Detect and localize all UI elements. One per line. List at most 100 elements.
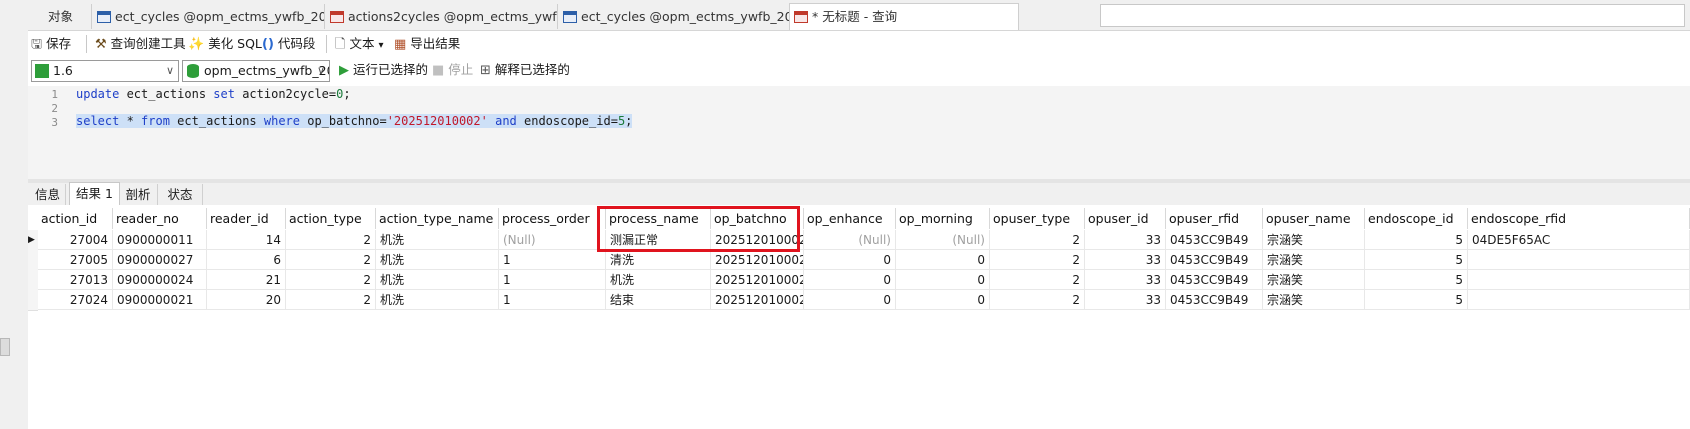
grid-cell-process-name[interactable]: 机洗 xyxy=(606,270,711,290)
tab-actions2cycles[interactable]: actions2cycles @opm_ectms_ywfb_2… xyxy=(326,4,558,29)
grid-cell-endoscope-rfid[interactable] xyxy=(1468,290,1690,310)
grid-cell-reader-id[interactable]: 20 xyxy=(207,290,286,310)
grid-cell-opuser-name[interactable]: 宗涵笑 xyxy=(1263,230,1365,250)
grid-cell-op-morning[interactable]: 0 xyxy=(896,250,990,270)
grid-cell-opuser-name[interactable]: 宗涵笑 xyxy=(1263,270,1365,290)
grid-cell-opuser-id[interactable]: 33 xyxy=(1085,250,1166,270)
tab-untitled-query[interactable]: * 无标题 - 查询 xyxy=(789,3,1019,30)
sql-line-1[interactable]: update ect_actions set action2cycle=0; xyxy=(76,87,351,101)
grid-cell-reader-no[interactable]: 0900000024 xyxy=(113,270,207,290)
grid-cell-op-morning[interactable]: (Null) xyxy=(896,230,990,250)
column-header-opuser-id[interactable]: opuser_id xyxy=(1085,208,1166,229)
grid-cell-process-order[interactable]: 1 xyxy=(499,250,606,270)
connection-select[interactable]: 1.6 ∨ xyxy=(31,60,179,82)
tab-status[interactable]: 状态 xyxy=(158,184,203,205)
column-header-opuser-name[interactable]: opuser_name xyxy=(1263,208,1365,229)
grid-cell-endoscope-id[interactable]: 5 xyxy=(1365,230,1468,250)
text-mode-button[interactable]: 🗋 文本 ▾ xyxy=(335,31,384,57)
row-indicator[interactable] xyxy=(28,250,38,271)
grid-cell-action-type[interactable]: 2 xyxy=(286,290,376,310)
tab-result-1[interactable]: 结果 1 xyxy=(69,182,120,206)
grid-cell-action-type-name[interactable]: 机洗 xyxy=(376,290,499,310)
grid-cell-reader-id[interactable]: 14 xyxy=(207,230,286,250)
grid-cell-process-order[interactable]: 1 xyxy=(499,290,606,310)
grid-cell-op-morning[interactable]: 0 xyxy=(896,270,990,290)
grid-cell-reader-no[interactable]: 0900000027 xyxy=(113,250,207,270)
grid-cell-endoscope-id[interactable]: 5 xyxy=(1365,270,1468,290)
grid-cell-endoscope-rfid[interactable]: 04DE5F65AC xyxy=(1468,230,1690,250)
grid-cell-action-type-name[interactable]: 机洗 xyxy=(376,270,499,290)
tab-ect-cycles-1[interactable]: ect_cycles @opm_ectms_ywfb_20251… xyxy=(93,4,325,29)
column-header-op-enhance[interactable]: op_enhance xyxy=(804,208,896,229)
grid-cell-op-enhance[interactable]: 0 xyxy=(804,290,896,310)
grid-cell-op-batchno[interactable]: 202512010002 xyxy=(711,290,804,310)
grid-cell-opuser-id[interactable]: 33 xyxy=(1085,230,1166,250)
grid-cell-op-batchno[interactable]: 202512010002 xyxy=(711,270,804,290)
grid-cell-action-type-name[interactable]: 机洗 xyxy=(376,250,499,270)
grid-cell-opuser-id[interactable]: 33 xyxy=(1085,290,1166,310)
save-button[interactable]: 🖫 保存 xyxy=(31,31,71,57)
grid-cell-opuser-rfid[interactable]: 0453CC9B49 xyxy=(1166,230,1263,250)
grid-cell-opuser-name[interactable]: 宗涵笑 xyxy=(1263,250,1365,270)
grid-cell-opuser-type[interactable]: 2 xyxy=(990,230,1085,250)
stop-button[interactable]: ■ 停止 xyxy=(432,57,473,83)
explain-selected-button[interactable]: ⊞ 解释已选择的 xyxy=(480,57,570,83)
grid-cell-process-order[interactable]: 1 xyxy=(499,270,606,290)
grid-cell-opuser-type[interactable]: 2 xyxy=(990,290,1085,310)
grid-cell-endoscope-id[interactable]: 5 xyxy=(1365,290,1468,310)
export-results-button[interactable]: ▦ 导出结果 xyxy=(394,31,460,57)
grid-cell-opuser-rfid[interactable]: 0453CC9B49 xyxy=(1166,290,1263,310)
grid-cell-process-order[interactable]: (Null) xyxy=(499,230,606,250)
grid-cell-op-enhance[interactable]: 0 xyxy=(804,250,896,270)
grid-cell-op-enhance[interactable]: (Null) xyxy=(804,230,896,250)
column-header-action-id[interactable]: action_id xyxy=(38,208,113,229)
database-select[interactable]: opm_ectms_ywfb_20 ∨ xyxy=(182,60,330,82)
grid-cell-opuser-name[interactable]: 宗涵笑 xyxy=(1263,290,1365,310)
grid-cell-opuser-rfid[interactable]: 0453CC9B49 xyxy=(1166,270,1263,290)
row-indicator[interactable]: ▶ xyxy=(28,230,38,251)
grid-cell-process-name[interactable]: 清洗 xyxy=(606,250,711,270)
column-header-process-order[interactable]: process_order xyxy=(499,208,606,229)
column-header-op-morning[interactable]: op_morning xyxy=(896,208,990,229)
column-header-endoscope-id[interactable]: endoscope_id xyxy=(1365,208,1468,229)
column-header-endoscope-rfid[interactable]: endoscope_rfid xyxy=(1468,208,1690,229)
column-header-reader-no[interactable]: reader_no xyxy=(113,208,207,229)
tab-ect-cycles-2[interactable]: ect_cycles @opm_ectms_ywfb_20251… xyxy=(559,4,791,29)
grid-cell-endoscope-rfid[interactable] xyxy=(1468,270,1690,290)
grid-cell-endoscope-id[interactable]: 5 xyxy=(1365,250,1468,270)
grid-cell-reader-id[interactable]: 6 xyxy=(207,250,286,270)
grid-cell-opuser-type[interactable]: 2 xyxy=(990,270,1085,290)
grid-cell-action-id[interactable]: 27013 xyxy=(38,270,113,290)
row-indicator[interactable] xyxy=(28,270,38,291)
grid-cell-op-batchno[interactable]: 202512010002 xyxy=(711,250,804,270)
grid-cell-reader-no[interactable]: 0900000011 xyxy=(113,230,207,250)
column-header-action-type[interactable]: action_type xyxy=(286,208,376,229)
grid-cell-action-id[interactable]: 27004 xyxy=(38,230,113,250)
column-header-action-type-name[interactable]: action_type_name xyxy=(376,208,499,229)
grid-cell-action-type[interactable]: 2 xyxy=(286,270,376,290)
sql-line-3-selected[interactable]: select * from ect_actions where op_batch… xyxy=(76,114,633,128)
beautify-sql-button[interactable]: ✨ 美化 SQL xyxy=(188,31,262,57)
grid-cell-reader-id[interactable]: 21 xyxy=(207,270,286,290)
grid-cell-endoscope-rfid[interactable] xyxy=(1468,250,1690,270)
grid-cell-opuser-id[interactable]: 33 xyxy=(1085,270,1166,290)
grid-cell-action-id[interactable]: 27024 xyxy=(38,290,113,310)
tab-objects[interactable]: 对象 xyxy=(30,4,92,29)
search-input[interactable] xyxy=(1100,4,1685,27)
grid-cell-op-enhance[interactable]: 0 xyxy=(804,270,896,290)
tab-profile[interactable]: 剖析 xyxy=(119,184,158,205)
grid-cell-process-name[interactable]: 结束 xyxy=(606,290,711,310)
column-header-opuser-rfid[interactable]: opuser_rfid xyxy=(1166,208,1263,229)
column-header-reader-id[interactable]: reader_id xyxy=(207,208,286,229)
grid-cell-opuser-rfid[interactable]: 0453CC9B49 xyxy=(1166,250,1263,270)
grid-cell-action-type[interactable]: 2 xyxy=(286,230,376,250)
row-indicator[interactable] xyxy=(28,290,38,311)
run-selected-button[interactable]: ▶ 运行已选择的 xyxy=(339,57,428,83)
query-builder-button[interactable]: ⚒ 查询创建工具 xyxy=(95,31,186,57)
grid-cell-action-id[interactable]: 27005 xyxy=(38,250,113,270)
grid-cell-reader-no[interactable]: 0900000021 xyxy=(113,290,207,310)
grid-cell-opuser-type[interactable]: 2 xyxy=(990,250,1085,270)
grid-cell-op-morning[interactable]: 0 xyxy=(896,290,990,310)
scrollbar-thumb[interactable] xyxy=(0,338,10,356)
grid-cell-action-type-name[interactable]: 机洗 xyxy=(376,230,499,250)
